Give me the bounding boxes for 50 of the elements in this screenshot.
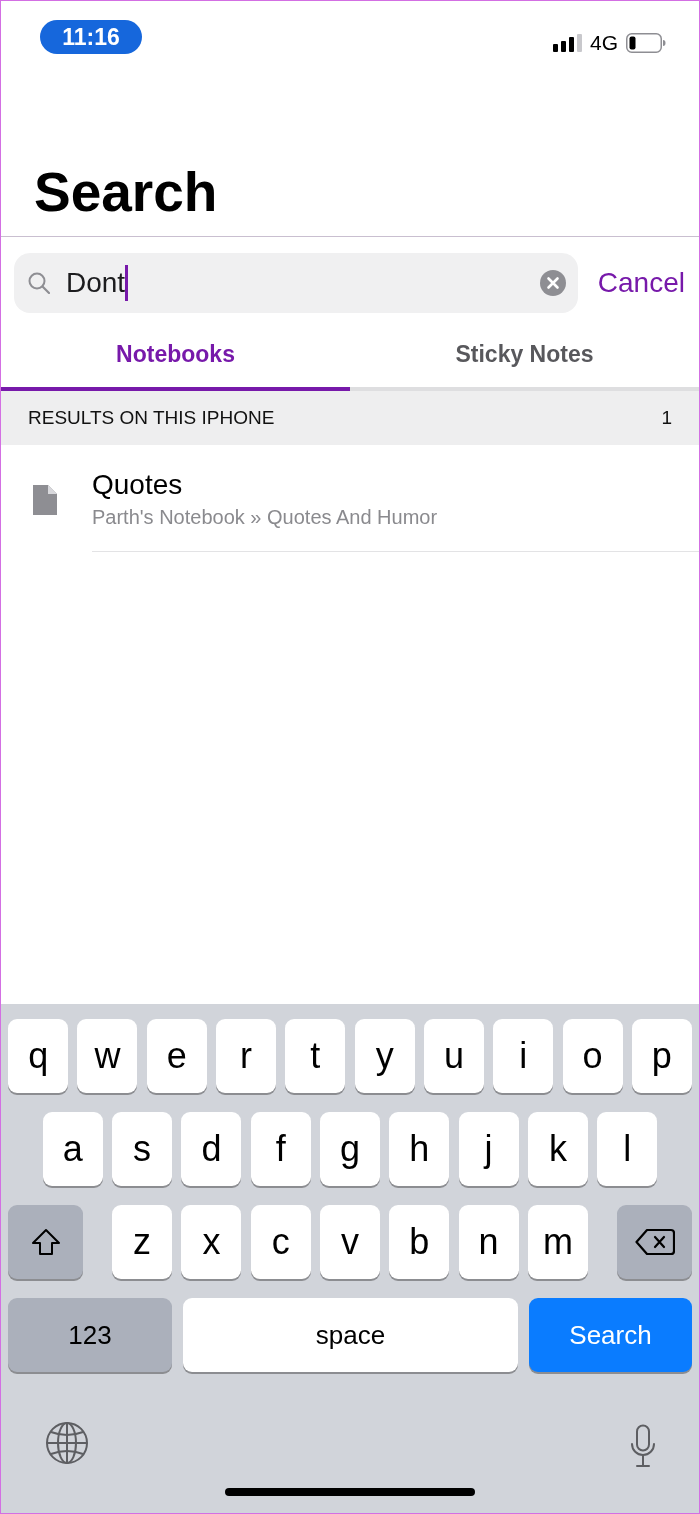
letter-key[interactable]: d [181, 1112, 242, 1186]
close-circle-icon[interactable] [540, 270, 566, 296]
result-title: Quotes [92, 468, 184, 501]
result-item[interactable]: Quotes Parth's Notebook » Quotes And Humor [1, 445, 699, 552]
letter-key[interactable]: t [285, 1019, 346, 1093]
letter-key[interactable]: e [146, 1019, 207, 1093]
search-icon [28, 272, 50, 294]
letter-key[interactable]: p [631, 1019, 692, 1093]
letter-key[interactable]: s [112, 1112, 173, 1186]
globe-icon[interactable] [45, 1421, 89, 1465]
section-title: RESULTS ON THIS IPHONE [28, 407, 275, 429]
space-key[interactable]: space [183, 1298, 518, 1372]
backspace-icon [634, 1228, 675, 1256]
status-time: 11:16 [40, 20, 142, 54]
letter-key[interactable]: l [597, 1112, 658, 1186]
letter-key[interactable]: o [562, 1019, 623, 1093]
cancel-button[interactable]: Cancel [597, 267, 685, 299]
numbers-key[interactable]: 123 [8, 1298, 172, 1372]
page-title: Search [34, 161, 218, 223]
letter-key[interactable]: m [527, 1205, 588, 1279]
letter-key[interactable]: h [389, 1112, 450, 1186]
microphone-icon[interactable] [629, 1424, 657, 1468]
letter-key[interactable]: y [354, 1019, 415, 1093]
letter-key[interactable]: v [320, 1205, 380, 1279]
letter-key[interactable]: w [77, 1019, 138, 1093]
letter-key[interactable]: q [8, 1019, 69, 1093]
letter-key[interactable]: k [527, 1112, 588, 1186]
network-label: 4G [590, 33, 618, 53]
letter-key[interactable]: f [250, 1112, 311, 1186]
result-path: Parth's Notebook » Quotes And Humor [92, 505, 439, 529]
signal-icon [553, 34, 582, 52]
document-icon [33, 485, 57, 515]
letter-key[interactable]: b [389, 1205, 450, 1279]
search-key[interactable]: Search [529, 1298, 692, 1372]
letter-key[interactable]: n [458, 1205, 519, 1279]
letter-key[interactable]: x [181, 1205, 242, 1279]
letter-key[interactable]: c [250, 1205, 311, 1279]
letter-key[interactable]: g [320, 1112, 380, 1186]
up-arrow-icon [29, 1227, 62, 1257]
letter-key[interactable]: z [112, 1205, 173, 1279]
delete-key[interactable] [617, 1205, 692, 1279]
letter-key[interactable]: a [42, 1112, 103, 1186]
letter-key[interactable]: r [216, 1019, 277, 1093]
shift-key[interactable] [8, 1205, 83, 1279]
letter-key[interactable]: j [458, 1112, 519, 1186]
result-count: 1 [661, 407, 672, 429]
search-field[interactable]: Dont [14, 253, 578, 313]
letter-key[interactable]: u [423, 1019, 484, 1093]
battery-icon [626, 33, 666, 53]
letter-key[interactable]: i [493, 1019, 554, 1093]
